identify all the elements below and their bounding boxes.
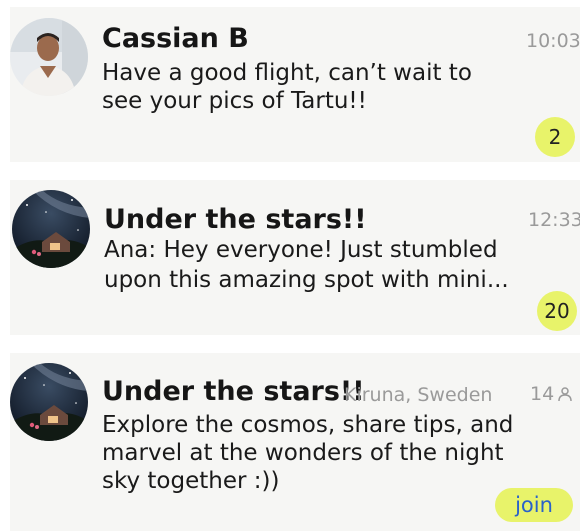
person-photo-icon [10, 18, 88, 96]
group-member-count: 14 [530, 382, 573, 406]
chat-timestamp: 10:03 [526, 30, 580, 52]
chat-preview-line2: upon this amazing spot with mini... [104, 267, 509, 293]
chat-item-under-the-stars[interactable]: Under the stars!! 12:33 Ana: Hey everyon… [10, 180, 580, 335]
avatar [12, 190, 90, 268]
avatar [10, 363, 88, 441]
person-outline-icon [558, 387, 572, 402]
group-location: Kiruna, Sweden [344, 384, 493, 406]
unread-badge: 2 [535, 117, 575, 157]
chat-preview-line1: Ana: Hey everyone! Just stumbled [104, 237, 498, 263]
member-count-value: 14 [530, 383, 555, 405]
night-sky-photo-icon [10, 363, 88, 441]
chat-item-cassian[interactable]: Cassian B 10:03 Have a good flight, can’… [10, 7, 580, 162]
chat-preview: Have a good flight, can’t wait to see yo… [102, 60, 472, 114]
chat-title: Cassian B [102, 23, 249, 54]
chat-title: Under the stars!! [104, 204, 367, 235]
night-sky-photo-icon [12, 190, 90, 268]
chat-timestamp: 12:33 [528, 209, 580, 231]
avatar [10, 18, 88, 96]
unread-badge: 20 [537, 291, 577, 331]
group-suggestion-under-the-stars[interactable]: Under the stars!! Kiruna, Sweden 14 Expl… [10, 353, 580, 531]
group-description: Explore the cosmos, share tips, and marv… [102, 412, 514, 494]
group-title: Under the stars!! [102, 376, 365, 407]
join-button[interactable]: join [495, 488, 573, 522]
